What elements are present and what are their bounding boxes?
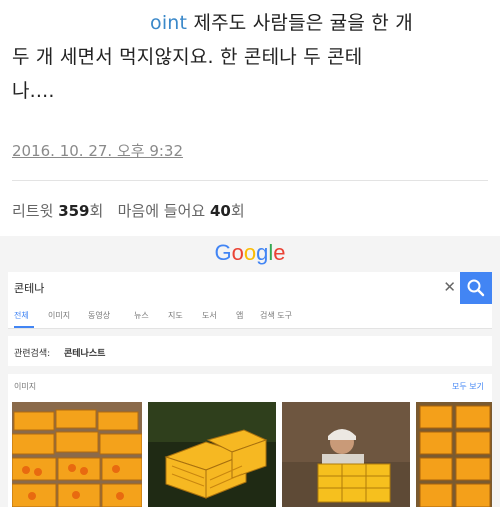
clear-icon[interactable]: ✕: [443, 278, 456, 296]
tweet-line-1: 제주도 사람들은 귤을 한 개: [187, 12, 413, 34]
images-title: 이미지: [14, 382, 37, 391]
active-tab-indicator: [14, 326, 34, 328]
tab-images[interactable]: 이미지: [48, 310, 70, 321]
retweet-unit: 회: [89, 202, 104, 220]
tab-news[interactable]: 뉴스: [134, 310, 149, 321]
retweet-label: 리트윗: [12, 202, 54, 220]
search-input[interactable]: 콘테나: [14, 280, 44, 296]
search-icon: [467, 279, 485, 297]
image-thumb-4[interactable]: [416, 402, 492, 507]
tab-books[interactable]: 도서: [202, 310, 217, 321]
tab-apps[interactable]: 앱: [236, 310, 243, 321]
mention-link[interactable]: oint: [150, 12, 187, 34]
related-link[interactable]: 콘테나스트: [64, 346, 105, 359]
tab-all[interactable]: 전체: [14, 310, 29, 321]
image-thumb-1[interactable]: [12, 402, 142, 507]
tweet-line-3: 나....: [12, 80, 55, 102]
google-logo: Google: [214, 240, 286, 265]
like-count[interactable]: 40: [210, 202, 231, 220]
images-more-link[interactable]: 모두 보기: [452, 381, 484, 392]
retweet-count[interactable]: 359: [58, 202, 89, 220]
tweet-stats: 리트윗 359회 마음에 들어요 40회: [12, 200, 245, 221]
tweet-body: oint 제주도 사람들은 귤을 한 개 두 개 세면서 먹지않지요. 한 콘테…: [12, 6, 492, 108]
tab-search-tools[interactable]: 검색 도구: [260, 310, 292, 321]
image-thumb-2[interactable]: [148, 402, 276, 507]
search-bar: 콘테나 ✕: [8, 272, 492, 305]
search-button[interactable]: [460, 272, 492, 304]
image-results: 이미지 모두 보기: [8, 374, 492, 507]
related-searches: 관련검색: 콘테나스트: [8, 336, 492, 366]
like-label: 마음에 들어요: [117, 202, 206, 220]
tweet-text: oint 제주도 사람들은 귤을 한 개 두 개 세면서 먹지않지요. 한 콘테…: [12, 6, 492, 108]
divider: [12, 180, 488, 181]
tweet-date[interactable]: 2016. 10. 27. 오후 9:32: [12, 140, 183, 161]
search-tabs: 전체 이미지 동영상 뉴스 지도 도서 앱 검색 도구: [8, 304, 492, 329]
tweet-line-2: 두 개 세면서 먹지않지요. 한 콘테나 두 콘테: [12, 46, 363, 68]
tab-maps[interactable]: 지도: [168, 310, 183, 321]
tab-videos[interactable]: 동영상: [88, 310, 110, 321]
like-unit: 회: [230, 202, 245, 220]
image-thumb-3[interactable]: [282, 402, 410, 507]
related-label: 관련검색:: [14, 349, 51, 359]
